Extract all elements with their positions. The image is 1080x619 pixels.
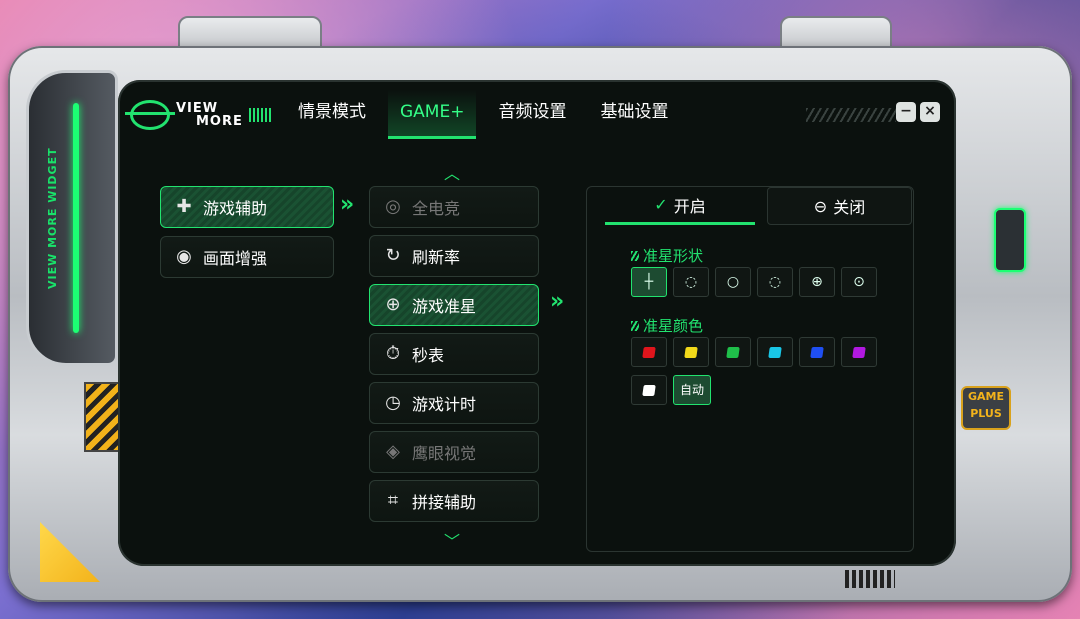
color-swatch-green[interactable] [715, 337, 751, 367]
window-controls: − × [896, 102, 940, 122]
toggle-on-label: 开启 [673, 196, 706, 216]
shape-dashed[interactable]: ○ [715, 267, 751, 297]
menu-item-hawk-eye[interactable]: ◈ 鹰眼视觉 [369, 431, 539, 473]
close-button[interactable]: × [920, 102, 940, 122]
menu-item-label: 秒表 [412, 346, 445, 365]
dashed-circle-icon: ○ [726, 274, 740, 290]
stitch-icon: ⌗ [387, 490, 399, 511]
color-swatch-blue[interactable] [799, 337, 835, 367]
section-marker [631, 250, 639, 261]
game-plus-badge: GAME PLUS [961, 386, 1011, 430]
menu-item-label: 画面增强 [203, 249, 268, 268]
shape-plus[interactable]: ┼ [631, 267, 667, 297]
color-dot [684, 346, 698, 358]
eye-enhance-icon: ◉ [176, 246, 192, 267]
stopwatch-icon: ⏱ [385, 343, 401, 364]
color-dot [810, 346, 824, 358]
color-dot [768, 346, 782, 358]
color-dot [642, 346, 656, 358]
top-bar: VIEW MORE 情景模式 GAME+ 音频设置 基础设置 − × [118, 80, 956, 139]
minus-circle-icon: ⊖ [813, 196, 828, 216]
menu-item-label: 游戏辅助 [203, 199, 268, 218]
tab-basic-settings[interactable]: 基础设置 [588, 90, 680, 136]
chevron-right-icon: » [340, 192, 355, 217]
logo-stripes [248, 108, 271, 122]
color-dot [852, 346, 866, 358]
esports-icon: ◎ [385, 196, 401, 217]
color-auto-button[interactable]: 自动 [673, 375, 711, 405]
menu-item-stopwatch[interactable]: ⏱ 秒表 [369, 333, 539, 375]
menu-item-refresh-rate[interactable]: ↻ 刷新率 [369, 235, 539, 277]
dotted-circle-icon: ◌ [768, 274, 782, 290]
color-swatch-red[interactable] [631, 337, 667, 367]
menu-item-game-timer[interactable]: ◷ 游戏计时 [369, 382, 539, 424]
logo-mark-icon [125, 100, 175, 130]
menu-item-label: 鹰眼视觉 [412, 444, 477, 463]
refresh-rate-icon: ↻ [385, 245, 401, 266]
badge-line2: PLUS [970, 407, 1002, 420]
badge-line1: GAME [967, 390, 1004, 403]
menu-item-label: 拼接辅助 [412, 493, 477, 512]
scroll-up-icon[interactable]: ︿ [444, 160, 460, 184]
menu-item-label: 刷新率 [412, 248, 461, 267]
color-section-title: 准星颜色 [631, 315, 703, 336]
side-label: VIEW MORE WIDGET [46, 147, 59, 289]
menu-item-game-crosshair[interactable]: ⊕ 游戏准星 [369, 284, 539, 326]
app-window: VIEW MORE 情景模式 GAME+ 音频设置 基础设置 − × ✚ 游戏辅… [118, 80, 956, 566]
color-title: 准星颜色 [643, 317, 704, 335]
scroll-down-icon[interactable]: ﹀ [444, 528, 460, 552]
tab-audio-settings[interactable]: 音频设置 [486, 90, 578, 136]
color-swatch-cyan[interactable] [757, 337, 793, 367]
timer-icon: ◷ [385, 392, 401, 413]
side-pod: VIEW MORE WIDGET [26, 70, 118, 366]
crosshair-icon: ⊕ [385, 294, 401, 315]
menu-item-full-esports[interactable]: ◎ 全电竞 [369, 186, 539, 228]
hawk-eye-icon: ◈ [386, 441, 400, 462]
menu-item-game-assist[interactable]: ✚ 游戏辅助 [160, 186, 334, 228]
bracket-circle-icon: ◌ [684, 274, 698, 290]
logo: VIEW MORE [125, 100, 271, 130]
toggle-off-label: 关闭 [833, 198, 866, 217]
side-knob [994, 208, 1026, 272]
tab-game-plus[interactable]: GAME+ [388, 90, 477, 139]
color-swatch-purple[interactable] [841, 337, 877, 367]
shape-title: 准星形状 [643, 247, 704, 265]
target-circle-icon: ⊕ [811, 274, 823, 290]
check-circle-icon: ✓ [654, 195, 668, 214]
plus-crosshair-icon: ┼ [644, 274, 654, 290]
color-dot [642, 384, 656, 396]
glow-strip [73, 103, 79, 333]
gamepad-icon: ✚ [176, 196, 192, 217]
minimize-button[interactable]: − [896, 102, 916, 122]
crosshair-settings-panel: ✓ 开启 ⊖ 关闭 准星形状 ┼ ◌ ○ ◌ ⊕ ⊙ 准星颜色 自动 [586, 186, 914, 552]
shape-section-title: 准星形状 [631, 245, 703, 266]
hatch-decoration [806, 108, 896, 122]
toggle-on-tab[interactable]: ✓ 开启 [605, 187, 755, 225]
toggle-off-tab[interactable]: ⊖ 关闭 [767, 187, 912, 225]
tab-scene-mode[interactable]: 情景模式 [286, 90, 378, 136]
color-swatch-yellow[interactable] [673, 337, 709, 367]
chevron-right-icon: » [550, 289, 565, 314]
dot-circle-icon: ⊙ [853, 274, 865, 290]
shape-bracket[interactable]: ◌ [673, 267, 709, 297]
menu-item-label: 全电竞 [412, 199, 461, 218]
color-swatch-white[interactable] [631, 375, 667, 405]
menu-item-image-enhance[interactable]: ◉ 画面增强 [160, 236, 334, 278]
shape-dotted[interactable]: ◌ [757, 267, 793, 297]
shape-dot[interactable]: ⊙ [841, 267, 877, 297]
logo-line2: MORE [196, 114, 243, 129]
vent-grille [845, 570, 895, 588]
shape-target[interactable]: ⊕ [799, 267, 835, 297]
logo-text: VIEW MORE [176, 102, 243, 128]
menu-item-label: 游戏计时 [412, 395, 477, 414]
menu-item-stitch-assist[interactable]: ⌗ 拼接辅助 [369, 480, 539, 522]
section-marker [631, 320, 639, 331]
main-nav: 情景模式 GAME+ 音频设置 基础设置 [286, 90, 690, 139]
color-dot [726, 346, 740, 358]
menu-item-label: 游戏准星 [412, 297, 477, 316]
